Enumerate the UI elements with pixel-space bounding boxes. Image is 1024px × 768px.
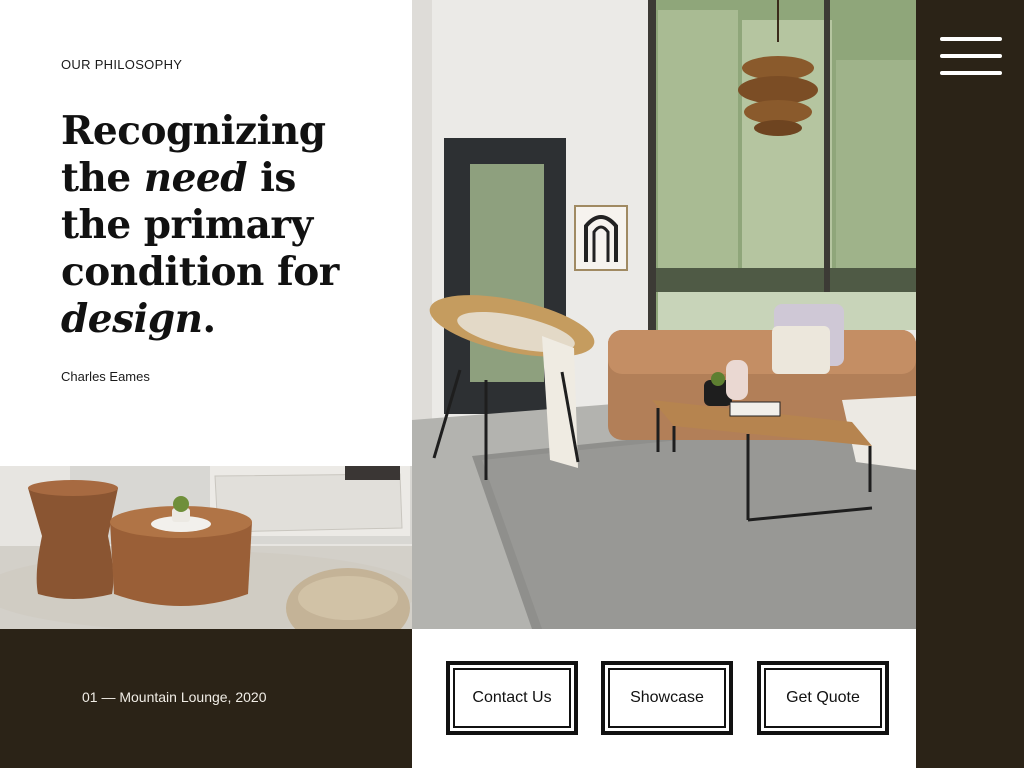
get-quote-button[interactable]: Get Quote: [757, 661, 889, 735]
quote-author: Charles Eames: [61, 369, 150, 384]
philosophy-panel: OUR PHILOSOPHY Recognizing the need is t…: [0, 0, 412, 466]
hamburger-menu-icon[interactable]: [940, 37, 1002, 79]
menu-line-middle: [940, 54, 1002, 58]
project-caption: 01 — Mountain Lounge, 2020: [82, 689, 267, 705]
photo-mountain-lounge: [412, 0, 916, 629]
quote-line-1: Recognizing: [61, 108, 326, 154]
action-buttons: Contact Us Showcase Get Quote: [412, 629, 916, 768]
quote-line-5b: .: [202, 296, 216, 342]
menu-line-top: [940, 37, 1002, 41]
section-eyebrow: OUR PHILOSOPHY: [61, 57, 183, 72]
quote-line-3: the primary: [61, 202, 313, 248]
side-tables-illustration: [0, 466, 412, 629]
quote-emphasis-design: design: [61, 296, 203, 342]
menu-line-bottom: [940, 71, 1002, 75]
quote-line-2a: the: [61, 155, 144, 201]
project-caption-block: 01 — Mountain Lounge, 2020: [0, 629, 412, 768]
quote-line-2b: is: [247, 155, 296, 201]
photo-side-tables: [0, 466, 412, 629]
right-side-bar: [916, 0, 1024, 768]
quote-line-4: condition for: [61, 249, 339, 295]
showcase-button[interactable]: Showcase: [601, 661, 733, 735]
philosophy-quote: Recognizing the need is the primary cond…: [61, 108, 391, 343]
lounge-illustration: [412, 0, 916, 629]
contact-us-button[interactable]: Contact Us: [446, 661, 578, 735]
quote-emphasis-need: need: [143, 155, 248, 201]
